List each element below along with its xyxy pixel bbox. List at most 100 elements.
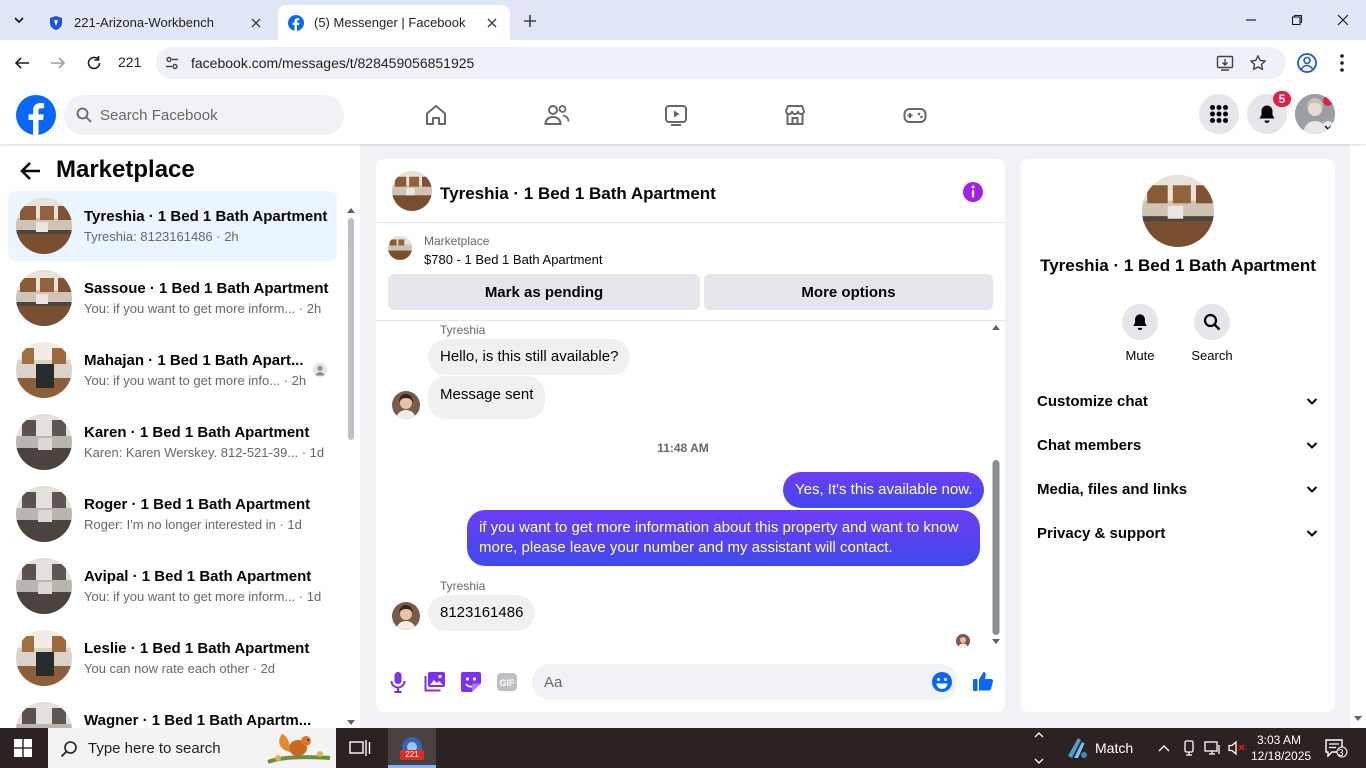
- conversation-item[interactable]: Tyreshia · 1 Bed 1 Bath Apartment Tyresh…: [8, 191, 337, 261]
- conversation-list-scrollbar[interactable]: [345, 208, 357, 728]
- restore-button[interactable]: [1274, 6, 1320, 34]
- meet-now-icon[interactable]: [1182, 740, 1196, 756]
- media-files-links-section[interactable]: Media, files and links: [1037, 469, 1319, 509]
- conversation-name: Mahajan · 1 Bed 1 Bath Apart...: [84, 352, 304, 369]
- chevron-down-icon: [14, 17, 24, 24]
- notification-center-icon[interactable]: [1324, 738, 1348, 758]
- message-bubble[interactable]: Hello, is this still available?: [428, 339, 631, 375]
- page-scrollbar[interactable]: [1350, 86, 1366, 728]
- bookmark-star-icon[interactable]: [1249, 54, 1267, 72]
- menu-button[interactable]: [1199, 94, 1239, 134]
- tab-workbench[interactable]: 221-Arizona-Workbench: [38, 5, 274, 40]
- friends-icon[interactable]: [544, 103, 570, 127]
- forward-button[interactable]: [45, 50, 71, 76]
- conversation-item[interactable]: Roger · 1 Bed 1 Bath Apartment Roger: I'…: [8, 479, 337, 549]
- search-action[interactable]: Search: [1182, 304, 1242, 363]
- chevron-down-icon[interactable]: [1322, 121, 1334, 133]
- watch-video-icon[interactable]: [664, 103, 688, 127]
- profile-icon[interactable]: [1296, 52, 1318, 74]
- facebook-logo-icon[interactable]: [16, 95, 56, 135]
- conversation-preview: Tyreshia: 8123161486 · 2h: [84, 229, 239, 244]
- chat-avatar[interactable]: [392, 171, 432, 211]
- conversation-item[interactable]: Mahajan · 1 Bed 1 Bath Apart... You: if …: [8, 335, 337, 405]
- info-icon[interactable]: [962, 181, 984, 203]
- emoji-icon[interactable]: [931, 671, 953, 693]
- chat-details-panel: Tyreshia · 1 Bed 1 Bath Apartment Mute S…: [1021, 159, 1335, 712]
- privacy-support-section[interactable]: Privacy & support: [1037, 513, 1319, 553]
- customize-chat-section[interactable]: Customize chat: [1037, 381, 1319, 421]
- site-settings-icon[interactable]: [164, 55, 180, 71]
- marketplace-icon[interactable]: [783, 103, 807, 127]
- contact-avatar[interactable]: [1142, 175, 1214, 247]
- message-thread-scrollbar[interactable]: [990, 322, 1002, 652]
- message-bubble-outgoing[interactable]: Yes, It's this available now.: [783, 472, 985, 508]
- address-bar[interactable]: facebook.com/messages/t/828459056851925: [156, 47, 1286, 79]
- plus-icon: [524, 15, 536, 27]
- person-photo-icon: [956, 634, 970, 648]
- reload-button[interactable]: [81, 50, 107, 76]
- listing-title[interactable]: $780 - 1 Bed 1 Bath Apartment: [424, 252, 603, 267]
- conversation-item[interactable]: Leslie · 1 Bed 1 Bath Apartment You can …: [8, 623, 337, 693]
- marketplace-listing-bar: Marketplace $780 - 1 Bed 1 Bath Apartmen…: [376, 224, 1005, 321]
- account-avatar[interactable]: [1295, 94, 1335, 134]
- conversation-item[interactable]: Avipal · 1 Bed 1 Bath Apartment You: if …: [8, 551, 337, 621]
- taskbar-search-text: Type here to search: [88, 740, 221, 757]
- sender-avatar[interactable]: [392, 602, 420, 630]
- photo-attach-icon[interactable]: [424, 671, 446, 693]
- home-icon[interactable]: [424, 103, 448, 127]
- thumbs-up-icon[interactable]: [972, 670, 994, 692]
- conversation-item[interactable]: Wagner · 1 Bed 1 Bath Apartm...: [8, 695, 337, 728]
- taskbar-search[interactable]: Type here to search: [48, 728, 336, 768]
- new-tab-button[interactable]: [519, 10, 541, 32]
- facebook-search[interactable]: [64, 95, 344, 135]
- gaming-icon[interactable]: [903, 103, 927, 127]
- task-view-icon[interactable]: [349, 738, 371, 758]
- mark-as-pending-button[interactable]: Mark as pending: [388, 274, 700, 310]
- sticker-icon[interactable]: [460, 671, 482, 693]
- back-arrow-icon[interactable]: [20, 160, 42, 182]
- listing-thumbnail: [16, 630, 72, 686]
- message-bubble-outgoing[interactable]: if you want to get more information abou…: [467, 510, 980, 566]
- weather-text[interactable]: Match: [1095, 740, 1133, 756]
- taskbar-browser-app[interactable]: 221: [388, 728, 436, 768]
- conversation-item[interactable]: Sassoue · 1 Bed 1 Bath Apartment You: if…: [8, 263, 337, 333]
- svg-text:GIF: GIF: [500, 678, 516, 688]
- chevron-up-icon[interactable]: [1157, 742, 1171, 754]
- conversation-preview: You: if you want to get more info... · 2…: [84, 373, 307, 388]
- back-button[interactable]: [9, 50, 35, 76]
- listing-thumbnail: [388, 236, 412, 260]
- cricket-weather-icon[interactable]: [1064, 736, 1088, 760]
- message-input-box[interactable]: [532, 664, 958, 700]
- arrow-left-icon: [14, 57, 29, 69]
- install-app-icon[interactable]: [1216, 54, 1234, 72]
- tab-close-button[interactable]: [248, 15, 264, 31]
- close-window-button[interactable]: [1320, 6, 1366, 34]
- tab-title: 221-Arizona-Workbench: [74, 15, 214, 30]
- microphone-icon[interactable]: [389, 671, 407, 693]
- tab-messenger[interactable]: (5) Messenger | Facebook: [278, 5, 510, 40]
- sender-avatar[interactable]: [392, 391, 420, 419]
- chat-members-section[interactable]: Chat members: [1037, 425, 1319, 465]
- conversation-preview: Roger: I'm no longer interested in · 1d: [84, 517, 302, 532]
- tab-close-button[interactable]: [484, 15, 500, 31]
- tab-search-button[interactable]: [7, 8, 31, 32]
- network-icon[interactable]: [1204, 740, 1222, 756]
- more-options-button[interactable]: More options: [704, 274, 993, 310]
- message-bubble[interactable]: Message sent: [428, 376, 546, 419]
- listing-thumbnail: [16, 486, 72, 542]
- chat-title[interactable]: Tyreshia · 1 Bed 1 Bath Apartment: [440, 184, 716, 204]
- message-input[interactable]: [544, 664, 914, 700]
- minimize-button[interactable]: [1228, 6, 1274, 34]
- tab-count[interactable]: 221: [118, 54, 141, 70]
- conversation-item[interactable]: Karen · 1 Bed 1 Bath Apartment Karen: Ka…: [8, 407, 337, 477]
- taskbar-scroll-arrows[interactable]: [1032, 728, 1046, 768]
- gif-icon[interactable]: GIF: [496, 671, 518, 693]
- kitchen-photo-icon: [16, 630, 72, 686]
- mute-action[interactable]: Mute: [1110, 304, 1170, 363]
- windows-start-icon[interactable]: [14, 739, 32, 757]
- facebook-search-input[interactable]: [100, 95, 330, 135]
- volume-muted-icon[interactable]: [1228, 740, 1246, 756]
- taskbar-clock[interactable]: 3:03 AM 12/18/2025: [1251, 732, 1311, 764]
- message-bubble[interactable]: 8123161486: [428, 595, 536, 631]
- more-vert-icon[interactable]: [1334, 52, 1350, 74]
